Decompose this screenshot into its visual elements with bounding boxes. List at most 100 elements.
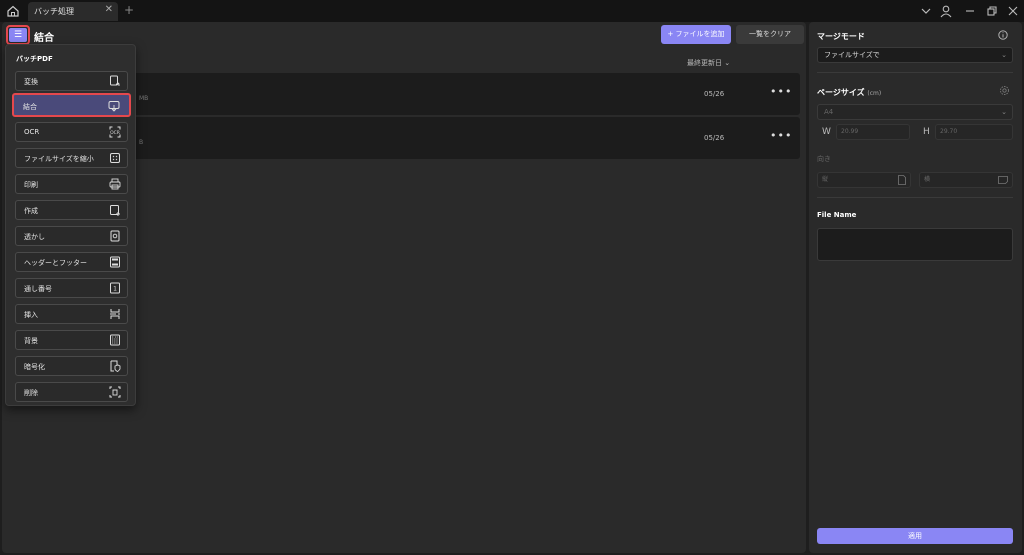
portrait-icon	[898, 175, 906, 185]
menu-item-label: 作成	[24, 207, 38, 215]
encrypt-icon	[109, 360, 121, 372]
merge-icon	[108, 100, 120, 112]
file-date: 05/26	[704, 134, 725, 142]
page-size-label: ページサイズ	[817, 88, 865, 97]
menu-item-label: ファイルサイズを縮小	[24, 155, 94, 163]
background-icon	[109, 334, 121, 346]
height-value: 29.70	[940, 128, 958, 135]
menu-item-label: 削除	[24, 389, 38, 397]
menu-item-header-footer[interactable]: ヘッダーとフッター	[15, 252, 128, 272]
menu-item-merge[interactable]: 結合	[12, 93, 131, 117]
info-icon[interactable]	[998, 30, 1008, 40]
page-size-unit: (cm)	[867, 90, 882, 97]
convert-icon	[109, 75, 121, 87]
chevron-down-icon[interactable]	[918, 3, 934, 19]
tab-label: バッチ処理	[34, 7, 74, 16]
batch-menu-button[interactable]: ☰	[6, 25, 30, 45]
menu-icon: ☰	[9, 28, 27, 42]
more-options-icon[interactable]: •••	[770, 129, 792, 142]
clear-list-button[interactable]: 一覧をクリア	[736, 25, 804, 44]
more-options-icon[interactable]: •••	[770, 85, 792, 98]
width-input[interactable]: 20.99	[836, 124, 910, 140]
menu-item-label: 通し番号	[24, 285, 52, 293]
menu-item-label: OCR	[24, 128, 40, 136]
divider	[817, 197, 1013, 198]
minimize-icon[interactable]	[962, 3, 978, 19]
chevron-down-icon: ⌄	[724, 59, 731, 67]
file-size: B	[139, 139, 144, 146]
menu-item-delete[interactable]: 削除	[15, 382, 128, 402]
merge-mode-select[interactable]: ファイルサイズで ⌄	[817, 47, 1013, 63]
close-icon[interactable]	[1005, 3, 1021, 19]
menu-item-convert[interactable]: 変換	[15, 71, 128, 91]
file-size: MB	[139, 95, 149, 102]
create-icon	[109, 204, 121, 216]
home-icon[interactable]	[6, 4, 20, 18]
menu-item-ocr[interactable]: OCR OCR	[15, 122, 128, 142]
menu-item-label: 透かし	[24, 233, 45, 241]
merge-mode-title: マージモード	[817, 32, 865, 41]
file-row[interactable]: MB 05/26 •••	[132, 73, 800, 115]
svg-text:1: 1	[113, 286, 117, 293]
landscape-option[interactable]: 横	[919, 172, 1013, 188]
menu-item-background[interactable]: 背景	[15, 330, 128, 350]
settings-panel: マージモード ファイルサイズで ⌄ ページサイズ (cm) A4 ⌄ W 20.…	[809, 22, 1022, 553]
menu-item-label: 挿入	[24, 311, 38, 319]
menu-item-label: 暗号化	[24, 363, 45, 371]
landscape-icon	[998, 176, 1008, 184]
compress-icon	[109, 152, 121, 164]
apply-button[interactable]: 適用	[817, 528, 1013, 544]
page-size-select[interactable]: A4 ⌄	[817, 104, 1013, 120]
ocr-icon: OCR	[109, 126, 121, 138]
portrait-option[interactable]: 縦	[817, 172, 911, 188]
add-tab-button[interactable]: +	[124, 3, 134, 17]
chevron-down-icon: ⌄	[1001, 51, 1007, 59]
tab-batch[interactable]: バッチ処理 ✕	[28, 2, 118, 21]
header-footer-icon	[109, 256, 121, 268]
menu-item-encrypt[interactable]: 暗号化	[15, 356, 128, 376]
menu-item-label: ヘッダーとフッター	[24, 259, 87, 267]
width-value: 20.99	[841, 128, 859, 135]
add-file-label: ファイルを追加	[675, 30, 725, 38]
file-name-title: File Name	[817, 211, 857, 219]
height-label: H	[923, 127, 930, 137]
menu-item-compress[interactable]: ファイルサイズを縮小	[15, 148, 128, 168]
portrait-label: 縦	[822, 176, 829, 183]
svg-text:OCR: OCR	[110, 130, 120, 136]
menu-item-watermark[interactable]: 透かし	[15, 226, 128, 246]
width-label: W	[822, 127, 831, 137]
watermark-icon	[109, 230, 121, 242]
chevron-down-icon: ⌄	[1001, 108, 1007, 116]
tab-close-icon[interactable]: ✕	[105, 4, 113, 15]
height-input[interactable]: 29.70	[935, 124, 1013, 140]
insert-icon	[109, 308, 121, 320]
menu-item-label: 印刷	[24, 181, 38, 189]
page-title: 結合	[34, 33, 54, 44]
file-row[interactable]: B 05/26 •••	[132, 117, 800, 159]
page-size-title: ページサイズ (cm)	[817, 87, 881, 98]
sort-label: 最終更新日	[687, 59, 722, 67]
menu-item-create[interactable]: 作成	[15, 200, 128, 220]
merge-mode-value: ファイルサイズで	[824, 51, 880, 59]
menu-item-insert[interactable]: 挿入	[15, 304, 128, 324]
menu-item-print[interactable]: 印刷	[15, 174, 128, 194]
gear-icon[interactable]	[999, 85, 1010, 96]
plus-icon: +	[667, 30, 674, 38]
batch-pdf-menu: バッチPDF 変換 結合 OCR OCR ファイルサイズを縮小 印刷 作成 透か…	[5, 44, 136, 406]
account-icon[interactable]	[938, 3, 954, 19]
menu-item-label: 変換	[24, 78, 38, 86]
file-date: 05/26	[704, 90, 725, 98]
sort-by-modified[interactable]: 最終更新日 ⌄	[687, 58, 730, 68]
page-size-value: A4	[824, 108, 834, 116]
divider	[817, 72, 1013, 73]
menu-title: バッチPDF	[16, 55, 53, 63]
landscape-label: 横	[924, 176, 931, 183]
menu-item-label: 背景	[24, 337, 38, 345]
menu-item-label: 結合	[23, 103, 37, 111]
menu-item-bates-number[interactable]: 通し番号 1	[15, 278, 128, 298]
restore-icon[interactable]	[984, 3, 1000, 19]
file-name-input[interactable]	[817, 228, 1013, 261]
delete-icon	[109, 386, 121, 398]
printer-icon	[109, 178, 121, 190]
add-file-button[interactable]: + ファイルを追加	[661, 25, 731, 44]
